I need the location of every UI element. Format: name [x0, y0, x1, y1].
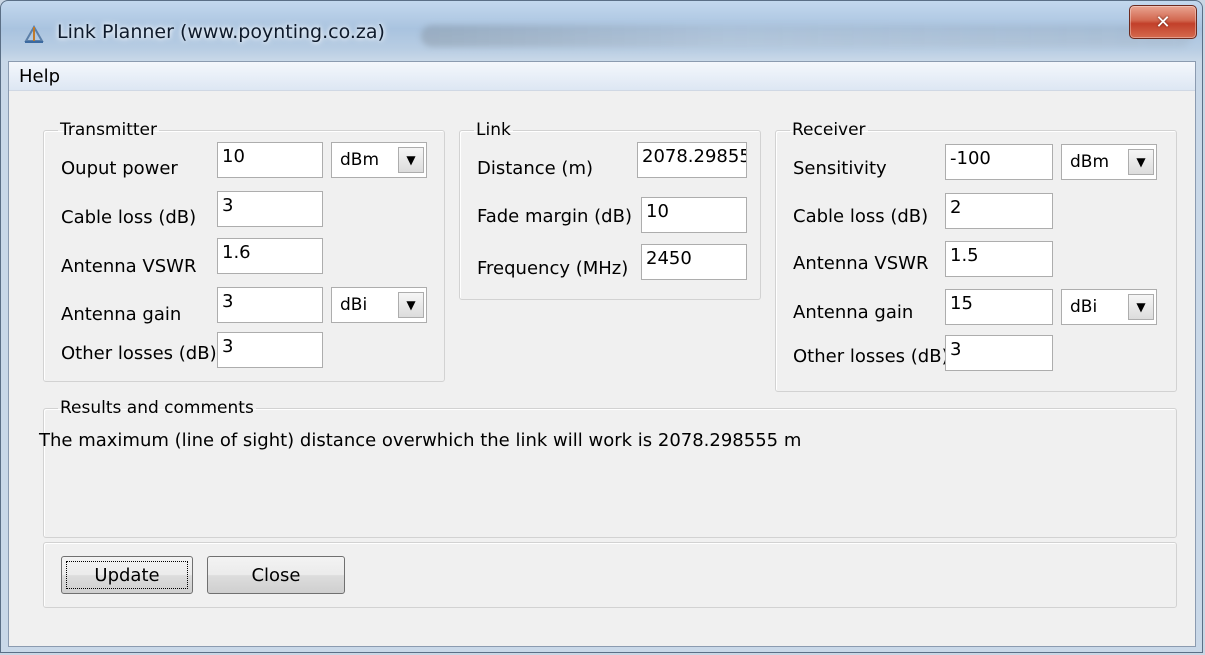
results-group: Results and comments: [43, 398, 1177, 538]
window-title: Link Planner (www.poynting.co.za): [57, 21, 385, 43]
receiver-legend: Receiver: [792, 120, 866, 140]
link-distance-label: Distance (m): [477, 158, 594, 179]
tx-output-power-label: Ouput power: [61, 158, 178, 179]
rx-cable-loss-label: Cable loss (dB): [793, 206, 929, 227]
rx-gain-unit-select[interactable]: dBi ▼: [1061, 289, 1157, 325]
chevron-down-icon[interactable]: ▼: [398, 292, 424, 318]
tx-cable-loss-input[interactable]: 3: [217, 191, 323, 227]
rx-gain-label: Antenna gain: [793, 302, 914, 323]
app-icon: [24, 24, 44, 43]
menu-bar: Help: [9, 62, 1195, 91]
tx-gain-input[interactable]: 3: [217, 287, 323, 323]
tx-output-power-unit-select[interactable]: dBm ▼: [331, 142, 427, 178]
link-fade-margin-input[interactable]: 10: [641, 197, 747, 233]
transmitter-legend: Transmitter: [60, 120, 157, 140]
rx-gain-input[interactable]: 15: [945, 289, 1053, 325]
tx-output-power-input[interactable]: 10: [217, 142, 323, 178]
tx-vswr-input[interactable]: 1.6: [217, 238, 323, 274]
results-text: The maximum (line of sight) distance ove…: [39, 430, 802, 451]
chevron-down-icon[interactable]: ▼: [398, 147, 424, 173]
link-distance-input[interactable]: 2078.29855: [637, 142, 747, 178]
tx-gain-unit-value: dBi: [340, 295, 368, 315]
tx-vswr-label: Antenna VSWR: [61, 256, 197, 277]
chevron-down-icon[interactable]: ▼: [1128, 294, 1154, 320]
link-legend: Link: [476, 120, 511, 140]
rx-vswr-label: Antenna VSWR: [793, 253, 929, 274]
link-fade-margin-label: Fade margin (dB): [477, 206, 632, 227]
rx-other-losses-input[interactable]: 3: [945, 335, 1053, 371]
chevron-down-icon[interactable]: ▼: [1128, 149, 1154, 175]
rx-cable-loss-input[interactable]: 2: [945, 193, 1053, 229]
close-icon: ✕: [1155, 11, 1171, 33]
rx-gain-unit-value: dBi: [1070, 297, 1098, 317]
results-legend: Results and comments: [60, 398, 254, 418]
blurred-background-title: [421, 25, 1191, 47]
link-frequency-label: Frequency (MHz): [477, 258, 629, 279]
close-button[interactable]: Close: [207, 556, 345, 594]
close-window-button[interactable]: ✕: [1129, 5, 1197, 39]
rx-sensitivity-unit-value: dBm: [1070, 152, 1110, 172]
tx-gain-unit-select[interactable]: dBi ▼: [331, 287, 427, 323]
close-button-label: Close: [251, 564, 301, 586]
rx-sensitivity-unit-select[interactable]: dBm ▼: [1061, 144, 1157, 180]
tx-other-losses-label: Other losses (dB): [61, 343, 217, 364]
menu-help[interactable]: Help: [19, 66, 60, 87]
client-area: Help Transmitter Ouput power 10 dBm ▼ Ca…: [8, 61, 1196, 647]
focus-ring: [66, 561, 188, 589]
rx-other-losses-label: Other losses (dB): [793, 346, 949, 367]
tx-output-power-unit-value: dBm: [340, 150, 380, 170]
rx-vswr-input[interactable]: 1.5: [945, 241, 1053, 277]
rx-sensitivity-input[interactable]: -100: [945, 144, 1053, 180]
rx-sensitivity-label: Sensitivity: [793, 158, 887, 179]
link-frequency-input[interactable]: 2450: [641, 244, 747, 280]
link-planner-window: Link Planner (www.poynting.co.za) ✕ Help…: [0, 0, 1203, 653]
tx-gain-label: Antenna gain: [61, 304, 182, 325]
update-button[interactable]: Update: [61, 556, 193, 594]
tx-other-losses-input[interactable]: 3: [217, 332, 323, 368]
tx-cable-loss-label: Cable loss (dB): [61, 207, 197, 228]
title-bar[interactable]: Link Planner (www.poynting.co.za) ✕: [1, 1, 1202, 61]
